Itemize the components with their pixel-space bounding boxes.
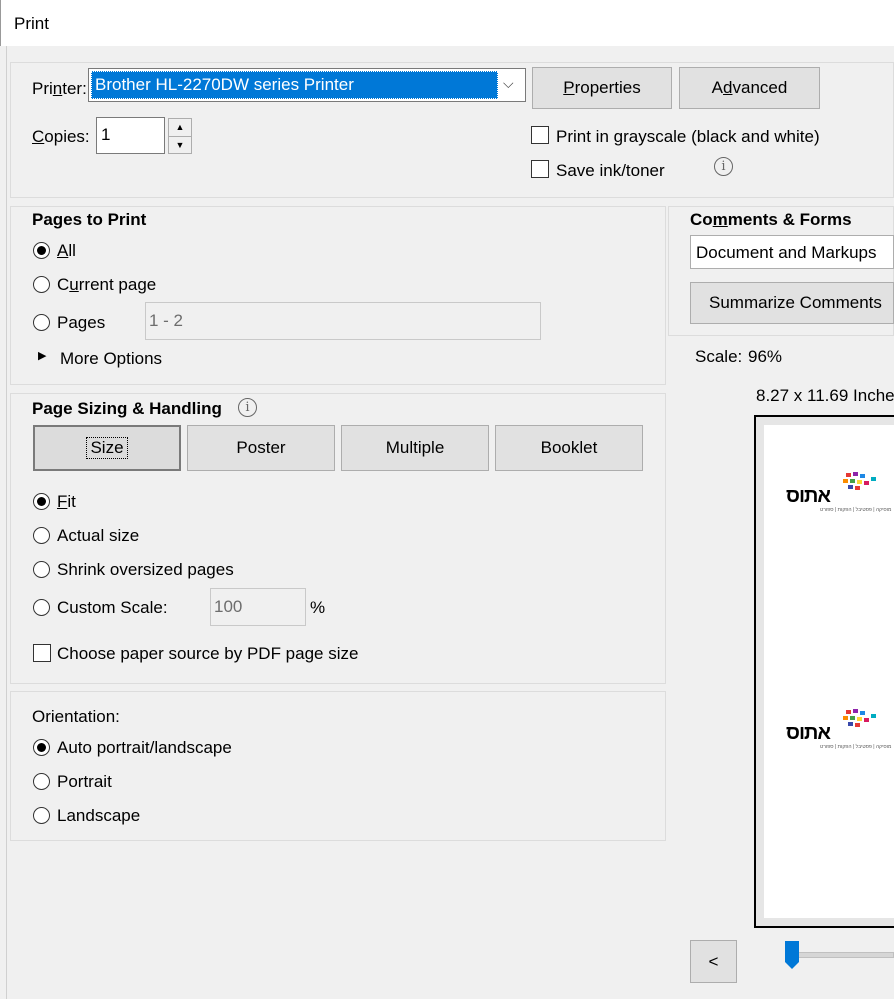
actual-size-radio[interactable] — [33, 527, 50, 544]
custom-scale-input[interactable]: 100 — [210, 588, 306, 626]
logo-text: אתוס — [786, 485, 831, 507]
spin-down-icon[interactable]: ▼ — [169, 137, 191, 154]
left-edge — [0, 46, 7, 999]
custom-scale-radio[interactable] — [33, 599, 50, 616]
page-size-label: 8.27 x 11.69 Inche — [756, 386, 894, 405]
shrink-radio[interactable] — [33, 561, 50, 578]
page-range-input[interactable]: 1 - 2 — [145, 302, 541, 340]
paper-source-label: Choose paper source by PDF page size — [57, 644, 359, 663]
paper-source-checkbox[interactable] — [33, 644, 51, 662]
auto-orientation-radio[interactable] — [33, 739, 50, 756]
copies-spinner[interactable]: ▲ ▼ — [168, 118, 192, 154]
spin-up-icon[interactable]: ▲ — [169, 119, 191, 137]
comments-heading: Comments & Forms — [690, 210, 852, 229]
tab-size-label: Size — [86, 437, 128, 459]
tab-booklet[interactable]: Booklet — [495, 425, 643, 471]
landscape-radio[interactable] — [33, 807, 50, 824]
scale-value: 96% — [748, 347, 783, 366]
title-bar — [0, 0, 894, 46]
current-page-label: Current page — [57, 275, 157, 294]
sizing-heading: Page Sizing & Handling — [32, 399, 222, 418]
printer-label: Printer: — [32, 79, 87, 98]
preview-page: אתוס מוסיקה | פסטיבל | הפקות | ספורט אתו… — [764, 425, 894, 918]
portrait-radio[interactable] — [33, 773, 50, 790]
copies-label: Copies: — [32, 127, 90, 146]
grayscale-checkbox[interactable] — [531, 126, 549, 144]
save-ink-label: Save ink/toner — [556, 161, 665, 180]
summarize-comments-button[interactable]: Summarize Comments — [690, 282, 894, 324]
percent-label: % — [310, 598, 326, 617]
fit-radio[interactable] — [33, 493, 50, 510]
chevron-down-icon: ⌵ — [503, 75, 514, 91]
grayscale-label: Print in grayscale (black and white) — [556, 127, 820, 146]
save-ink-checkbox[interactable] — [531, 160, 549, 178]
info-icon[interactable]: i — [238, 398, 257, 417]
pages-radio[interactable] — [33, 314, 50, 331]
page-range-placeholder: 1 - 2 — [149, 311, 184, 330]
logo-subtext: מוסיקה | פסטיבל | הפקות | ספורט — [820, 744, 892, 750]
window-title: Print — [14, 14, 49, 33]
properties-button[interactable]: Properties — [532, 67, 672, 109]
current-page-radio[interactable] — [33, 276, 50, 293]
logo-subtext: מוסיקה | פסטיבל | הפקות | ספורט — [820, 507, 892, 513]
preview-logo-2: אתוס מוסיקה | פסטיבל | הפקות | ספורט — [786, 708, 891, 753]
comments-select[interactable]: Document and Markups — [690, 235, 894, 269]
all-radio[interactable] — [33, 242, 50, 259]
custom-scale-value: 100 — [214, 597, 243, 616]
orientation-heading: Orientation: — [32, 707, 120, 726]
info-icon[interactable]: i — [714, 157, 733, 176]
scale-label: Scale: — [695, 347, 743, 366]
printer-select[interactable]: Brother HL-2270DW series Printer ⌵ — [88, 68, 526, 102]
preview-logo-1: אתוס מוסיקה | פסטיבל | הפקות | ספורט — [786, 471, 891, 516]
comments-select-value: Document and Markups — [696, 243, 877, 262]
actual-size-label: Actual size — [57, 526, 140, 545]
advanced-button[interactable]: Ad vanced — [679, 67, 820, 109]
expand-arrow-icon[interactable]: ▶ — [38, 349, 46, 362]
all-label: All — [57, 241, 76, 260]
pages-label: Pages — [57, 313, 106, 332]
prev-page-button[interactable]: < — [690, 940, 737, 983]
custom-scale-label: Custom Scale: — [57, 598, 168, 617]
printer-select-value: Brother HL-2270DW series Printer — [95, 75, 354, 94]
shrink-label: Shrink oversized pages — [57, 560, 234, 579]
tab-poster[interactable]: Poster — [187, 425, 335, 471]
copies-input[interactable]: 1 — [96, 117, 165, 154]
more-options-label[interactable]: More Options — [60, 349, 162, 369]
landscape-label: Landscape — [57, 806, 141, 825]
auto-orientation-label: Auto portrait/landscape — [57, 738, 232, 757]
tab-size[interactable]: Size — [33, 425, 181, 471]
page-slider-track[interactable] — [790, 952, 894, 958]
portrait-label: Portrait — [57, 772, 112, 791]
page-slider-thumb[interactable] — [784, 940, 800, 970]
preview-frame: אתוס מוסיקה | פסטיבל | הפקות | ספורט אתו… — [754, 415, 894, 928]
fit-label: Fit — [57, 492, 76, 511]
pages-heading: Pages to Print — [32, 210, 147, 229]
copies-value: 1 — [101, 125, 111, 144]
logo-text: אתוס — [786, 722, 831, 744]
tab-multiple[interactable]: Multiple — [341, 425, 489, 471]
